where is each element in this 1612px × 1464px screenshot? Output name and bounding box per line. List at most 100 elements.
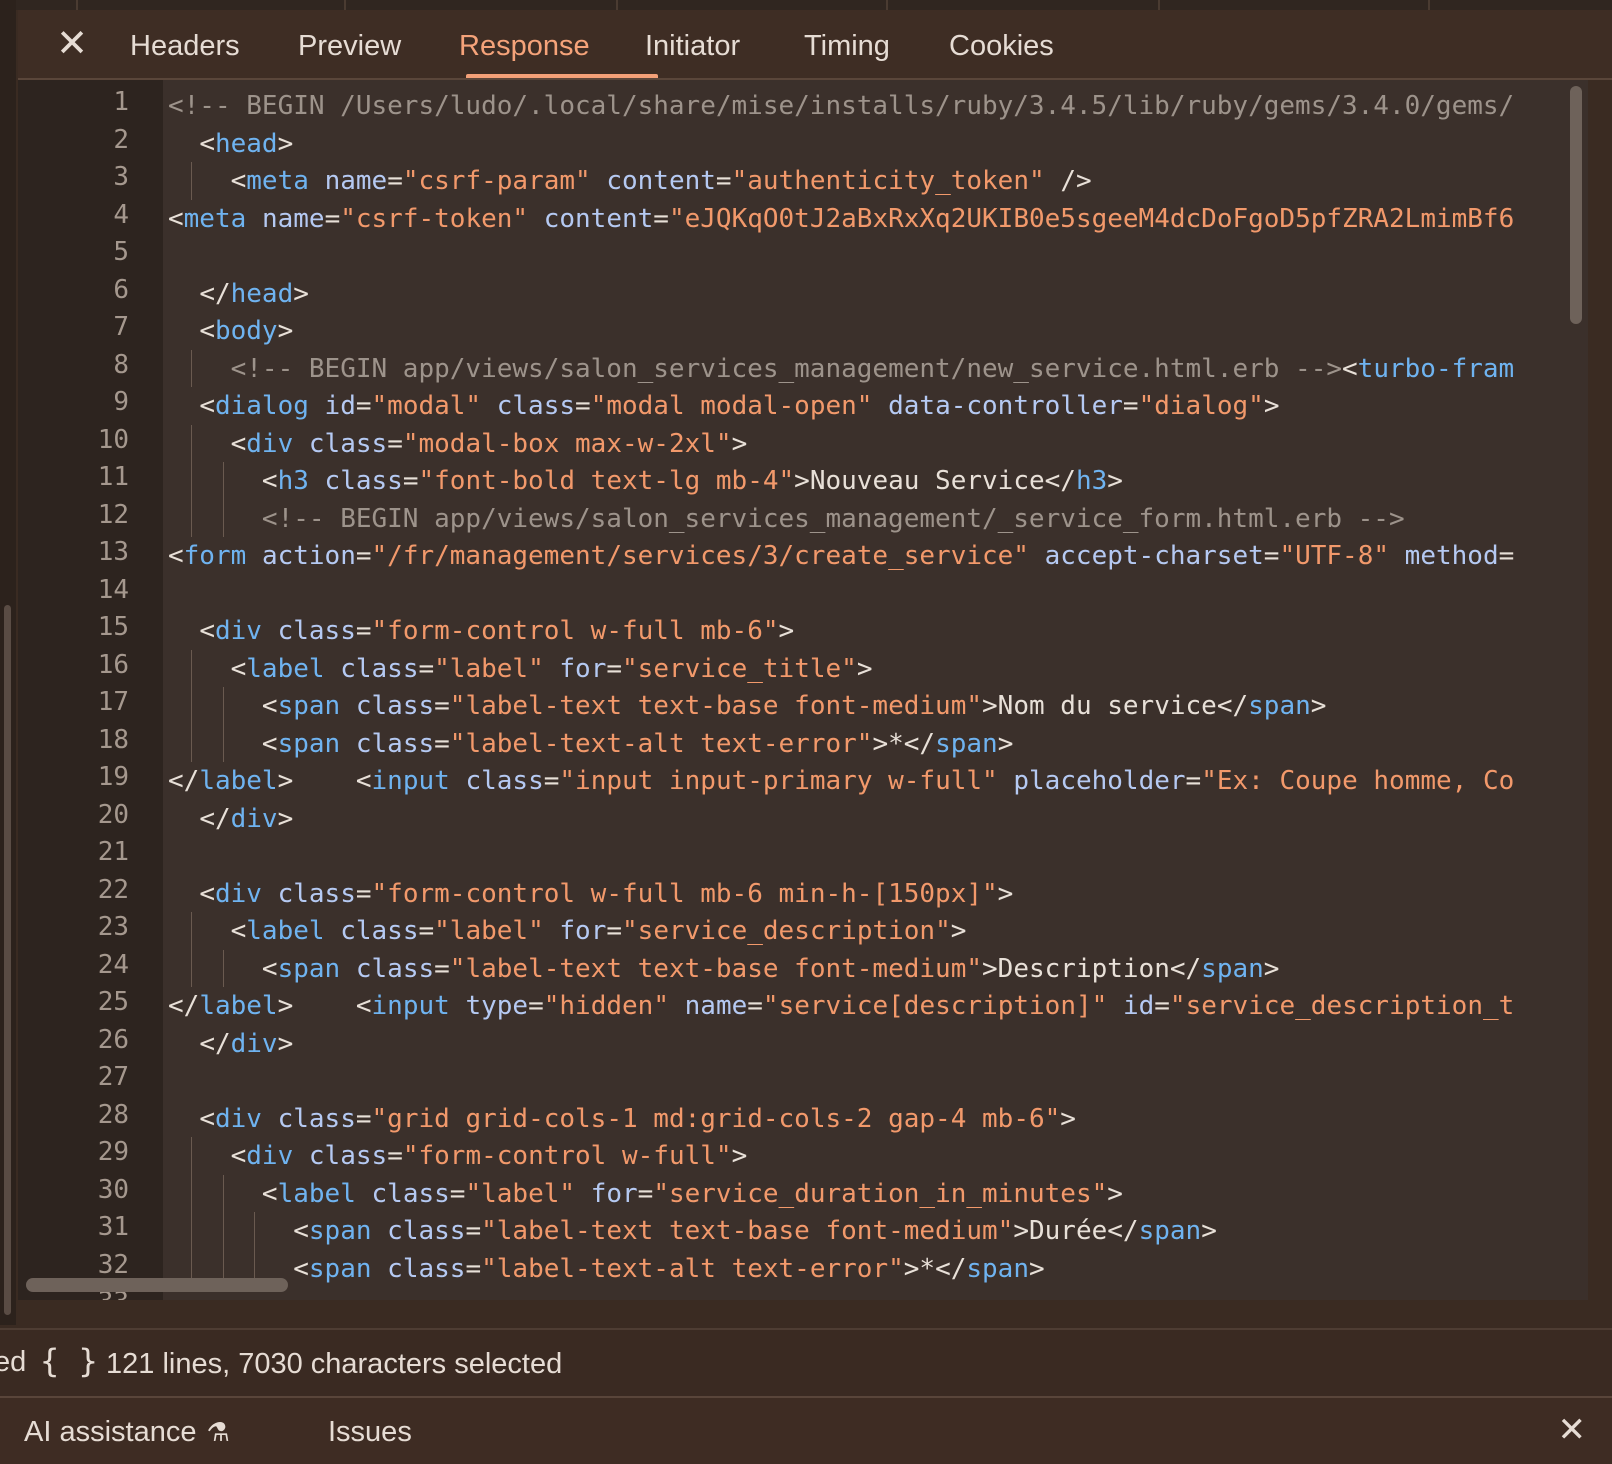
code-line: <div class="form-control w-full mb-6 min… <box>199 878 1014 909</box>
line-number: 26 <box>97 1024 129 1055</box>
tab-issues[interactable]: Issues <box>328 1416 412 1449</box>
code-line: <dialog id="modal" class="modal modal-op… <box>199 391 1280 421</box>
line-number: 31 <box>97 1212 129 1242</box>
line-number: 29 <box>97 1137 129 1167</box>
code-line: <head> <box>199 128 294 159</box>
line-number-gutter: 1 2 3 4 5 6 7 8 9 10 11 12 13 14 15 16 17 18 19 20 21 22 23 24 2… <box>18 80 163 1300</box>
code-line: </head> <box>199 278 309 309</box>
line-number: 18 <box>97 724 129 755</box>
status-truncated-text: ed <box>0 1346 27 1378</box>
line-number: 11 <box>97 462 129 492</box>
code-line: <form action="/fr/management/services/3/… <box>168 541 1515 571</box>
indent-guide <box>191 499 193 537</box>
indent-guide <box>191 1137 193 1175</box>
line-number: 15 <box>97 612 129 642</box>
flask-icon: ⚗ <box>206 1417 230 1447</box>
line-number: 2 <box>113 124 129 155</box>
line-number: 14 <box>97 574 129 605</box>
line-number: 16 <box>97 649 129 680</box>
indent-guide <box>191 424 193 462</box>
code-line: <meta name="csrf-token" content="eJQKqO0… <box>168 203 1515 234</box>
left-edge-strip <box>0 0 16 1325</box>
code-line: </label> <input class="input input-prima… <box>168 766 1515 796</box>
code-line: <span class="label-text text-base font-m… <box>293 1216 1217 1246</box>
curly-braces-icon[interactable]: { } <box>40 1342 98 1380</box>
close-icon[interactable]: ✕ <box>1558 1410 1587 1450</box>
line-number: 1 <box>113 87 129 117</box>
code-line: <div class="form-control w-full mb-6"> <box>199 616 795 646</box>
line-number: 19 <box>97 762 129 792</box>
indent-guide <box>222 724 224 762</box>
code-line: </div> <box>199 1028 294 1059</box>
network-detail-tabbar: ✕ Headers Preview Response Initiator Tim… <box>18 10 1612 80</box>
top-panel-remnant <box>16 0 1612 10</box>
drawer-tabbar: AI assistance ⚗ Issues ✕ <box>0 1396 1612 1464</box>
code-line: <h3 class="font-bold text-lg mb-4">Nouve… <box>261 466 1123 496</box>
close-icon[interactable]: ✕ <box>54 25 90 63</box>
indent-guide <box>191 162 193 200</box>
code-line: <!-- BEGIN app/views/salon_services_mana… <box>230 353 1515 384</box>
line-number: 4 <box>113 199 129 230</box>
indent-guide <box>222 687 224 725</box>
code-line: <span class="label-text-alt text-error">… <box>293 1253 1045 1284</box>
code-line: <!-- BEGIN app/views/salon_services_mana… <box>261 503 1405 534</box>
line-number: 8 <box>113 349 129 380</box>
response-code-viewer[interactable]: 1 2 3 4 5 6 7 8 9 10 11 12 13 14 15 16 17 18 19 20 21 22 23 24 2… <box>18 80 1588 1300</box>
line-number: 10 <box>97 424 129 455</box>
indent-guide <box>191 1174 193 1212</box>
line-number: 17 <box>97 687 129 717</box>
indent-guide <box>222 1212 224 1250</box>
indent-guide <box>222 499 224 537</box>
vertical-scrollbar[interactable] <box>1564 80 1588 1300</box>
tab-cookies[interactable]: Cookies <box>949 30 1054 63</box>
code-line: <span class="label-text-alt text-error">… <box>261 728 1014 759</box>
line-number: 20 <box>97 799 129 830</box>
line-number: 6 <box>113 274 129 305</box>
line-number: 21 <box>97 837 129 867</box>
code-line: <label class="label" for="service_durati… <box>261 1178 1123 1209</box>
indent-guide <box>191 349 193 387</box>
code-line: <label class="label" for="service_title"… <box>230 653 873 684</box>
indent-guide <box>191 949 193 987</box>
code-line: <body> <box>199 316 294 346</box>
line-number: 24 <box>97 949 129 980</box>
line-number: 13 <box>97 537 129 567</box>
code-line: </label> <input type="hidden" name="serv… <box>168 991 1515 1021</box>
horizontal-scrollbar-thumb[interactable] <box>26 1278 288 1292</box>
line-number: 5 <box>113 237 129 267</box>
indent-guide <box>191 724 193 762</box>
selection-status: 121 lines, 7030 characters selected <box>106 1348 563 1380</box>
line-number: 25 <box>97 987 129 1017</box>
indent-guide <box>222 949 224 987</box>
tab-ai-assistance[interactable]: AI assistance ⚗ <box>24 1416 230 1449</box>
tab-preview[interactable]: Preview <box>298 30 401 63</box>
line-number: 28 <box>97 1099 129 1130</box>
left-panel-scrollbar[interactable] <box>4 605 11 1315</box>
line-number: 30 <box>97 1174 129 1205</box>
code-line: <span class="label-text text-base font-m… <box>261 953 1280 984</box>
indent-guide <box>191 912 193 950</box>
code-line: <div class="form-control w-full"> <box>230 1141 748 1171</box>
code-content[interactable]: <!-- BEGIN /Users/ludo/.local/share/mise… <box>168 80 1564 1300</box>
tab-headers[interactable]: Headers <box>130 30 240 63</box>
line-number: 9 <box>113 387 129 417</box>
indent-guide <box>191 687 193 725</box>
status-bar: ed { } 121 lines, 7030 characters select… <box>0 1328 1612 1398</box>
vertical-scrollbar-thumb[interactable] <box>1570 86 1582 324</box>
ai-assistance-label: AI assistance <box>24 1416 197 1448</box>
line-number: 12 <box>97 499 129 530</box>
tab-initiator[interactable]: Initiator <box>645 30 740 63</box>
code-line: </div> <box>199 803 294 834</box>
line-number: 23 <box>97 912 129 942</box>
code-line: <!-- BEGIN /Users/ludo/.local/share/mise… <box>168 91 1515 121</box>
code-line: <label class="label" for="service_descri… <box>230 916 967 946</box>
line-number: 7 <box>113 312 129 342</box>
indent-guide <box>253 1212 255 1250</box>
tab-timing[interactable]: Timing <box>804 30 890 63</box>
code-line: <div class="grid grid-cols-1 md:grid-col… <box>199 1103 1076 1134</box>
indent-guide <box>222 1174 224 1212</box>
line-number: 27 <box>97 1062 129 1092</box>
tab-response[interactable]: Response <box>459 30 590 63</box>
